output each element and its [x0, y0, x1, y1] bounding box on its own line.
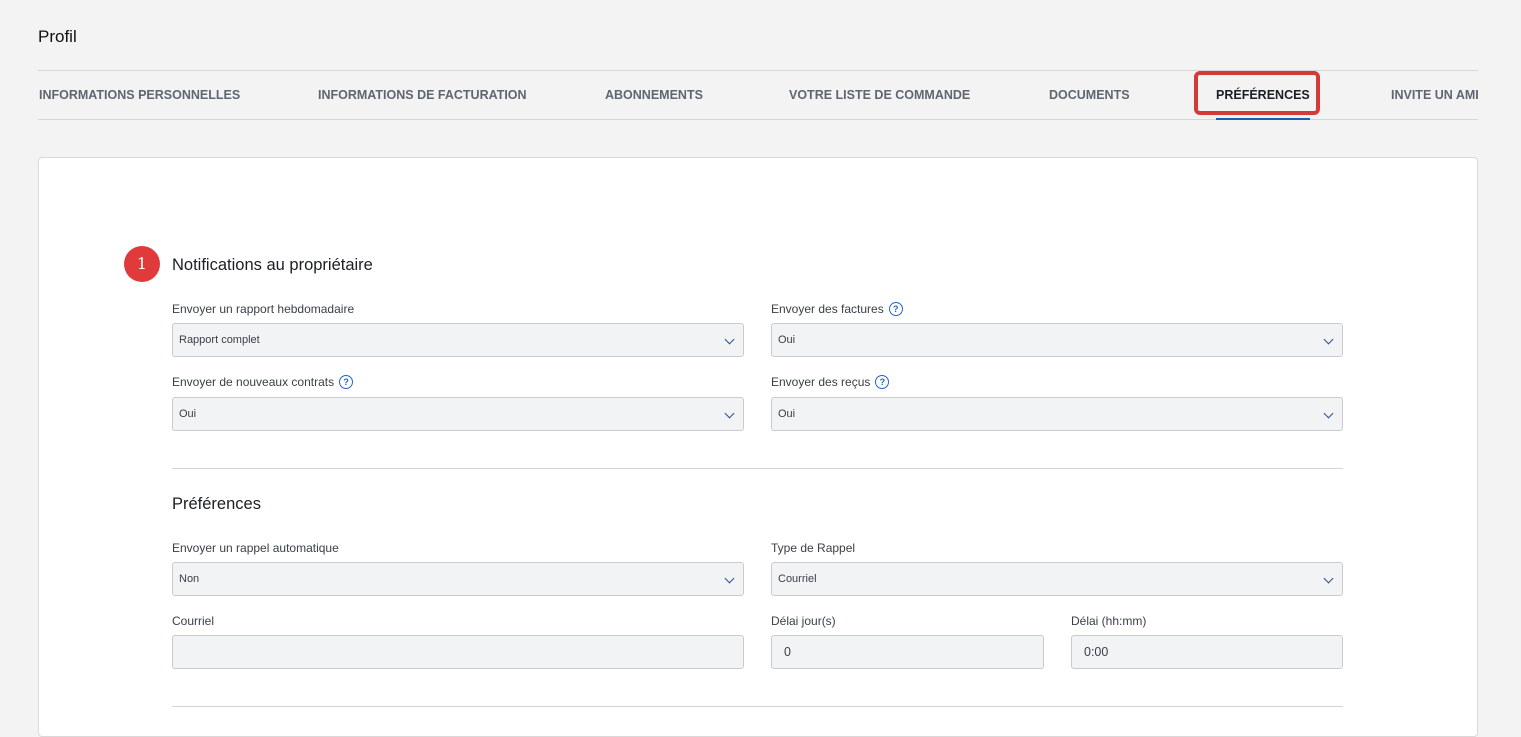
- section-divider-bottom: [172, 706, 1343, 707]
- reminder-type-select[interactable]: Courriel: [771, 562, 1343, 596]
- receipts-label: Envoyer des reçus ?: [771, 375, 890, 389]
- help-icon[interactable]: ?: [888, 302, 903, 316]
- reminder-type-value: Courriel: [778, 573, 817, 585]
- preferences-section-title: Préférences: [172, 495, 261, 513]
- tab-documents[interactable]: DOCUMENTS: [1049, 71, 1130, 119]
- tab-invite-friend[interactable]: INVITE UN AMI: [1391, 71, 1479, 119]
- email-label-text: Courriel: [172, 614, 215, 628]
- section-divider: [172, 468, 1343, 469]
- chevron-down-icon: [1323, 573, 1334, 584]
- invoices-label-text: Envoyer des factures: [771, 302, 884, 316]
- help-icon[interactable]: ?: [339, 375, 354, 389]
- weekly-report-label: Envoyer un rapport hebdomadaire: [172, 302, 354, 316]
- reminder-type-label-text: Type de Rappel: [771, 541, 856, 555]
- auto-reminder-label: Envoyer un rappel automatique: [172, 541, 339, 555]
- chevron-down-icon: [724, 334, 735, 345]
- step-number-badge: 1: [124, 246, 160, 282]
- weekly-report-label-text: Envoyer un rapport hebdomadaire: [172, 302, 355, 316]
- weekly-report-select[interactable]: Rapport complet: [172, 323, 744, 357]
- auto-reminder-value: Non: [179, 573, 200, 585]
- receipts-select[interactable]: Oui: [771, 397, 1343, 431]
- tab-subscriptions[interactable]: ABONNEMENTS: [605, 71, 703, 119]
- auto-reminder-select[interactable]: Non: [172, 562, 744, 596]
- chevron-down-icon: [724, 573, 735, 584]
- contracts-value: Oui: [179, 408, 197, 420]
- active-tab-indicator: [1216, 118, 1310, 120]
- delay-time-input[interactable]: 0:00: [1071, 635, 1343, 669]
- email-input[interactable]: [172, 635, 744, 669]
- profile-tabs: INFORMATIONS PERSONNELLES INFORMATIONS D…: [38, 70, 1479, 120]
- invoices-value: Oui: [778, 334, 796, 346]
- receipts-label-text: Envoyer des reçus: [771, 375, 871, 389]
- contracts-label-text: Envoyer de nouveaux contrats: [172, 375, 335, 389]
- auto-reminder-label-text: Envoyer un rappel automatique: [172, 541, 339, 555]
- delay-time-label: Délai (hh:mm): [1071, 614, 1146, 628]
- delay-days-label: Délai jour(s): [771, 614, 836, 628]
- invoices-label: Envoyer des factures ?: [771, 302, 903, 316]
- contracts-select[interactable]: Oui: [172, 397, 744, 431]
- tab-billing-info[interactable]: INFORMATIONS DE FACTURATION: [318, 71, 527, 119]
- chevron-down-icon: [1323, 408, 1334, 419]
- invoices-select[interactable]: Oui: [771, 323, 1343, 357]
- page-title: Profil: [38, 27, 77, 46]
- email-label: Courriel: [172, 614, 214, 628]
- tab-preferences-label: PRÉFÉRENCES: [1216, 88, 1310, 102]
- delay-days-label-text: Délai jour(s): [771, 614, 836, 628]
- reminder-type-label: Type de Rappel: [771, 541, 855, 555]
- delay-days-input[interactable]: 0: [771, 635, 1044, 669]
- receipts-value: Oui: [778, 408, 796, 420]
- tab-preferences[interactable]: PRÉFÉRENCES: [1216, 71, 1310, 120]
- notifications-section-title: Notifications au propriétaire: [172, 256, 373, 274]
- tab-order-list[interactable]: VOTRE LISTE DE COMMANDE: [789, 71, 970, 119]
- tab-personal-info[interactable]: INFORMATIONS PERSONNELLES: [39, 71, 240, 119]
- help-icon[interactable]: ?: [875, 375, 890, 389]
- weekly-report-value: Rapport complet: [179, 334, 260, 346]
- chevron-down-icon: [1323, 334, 1334, 345]
- contracts-label: Envoyer de nouveaux contrats ?: [172, 375, 354, 389]
- delay-time-label-text: Délai (hh:mm): [1071, 614, 1147, 628]
- chevron-down-icon: [724, 408, 735, 419]
